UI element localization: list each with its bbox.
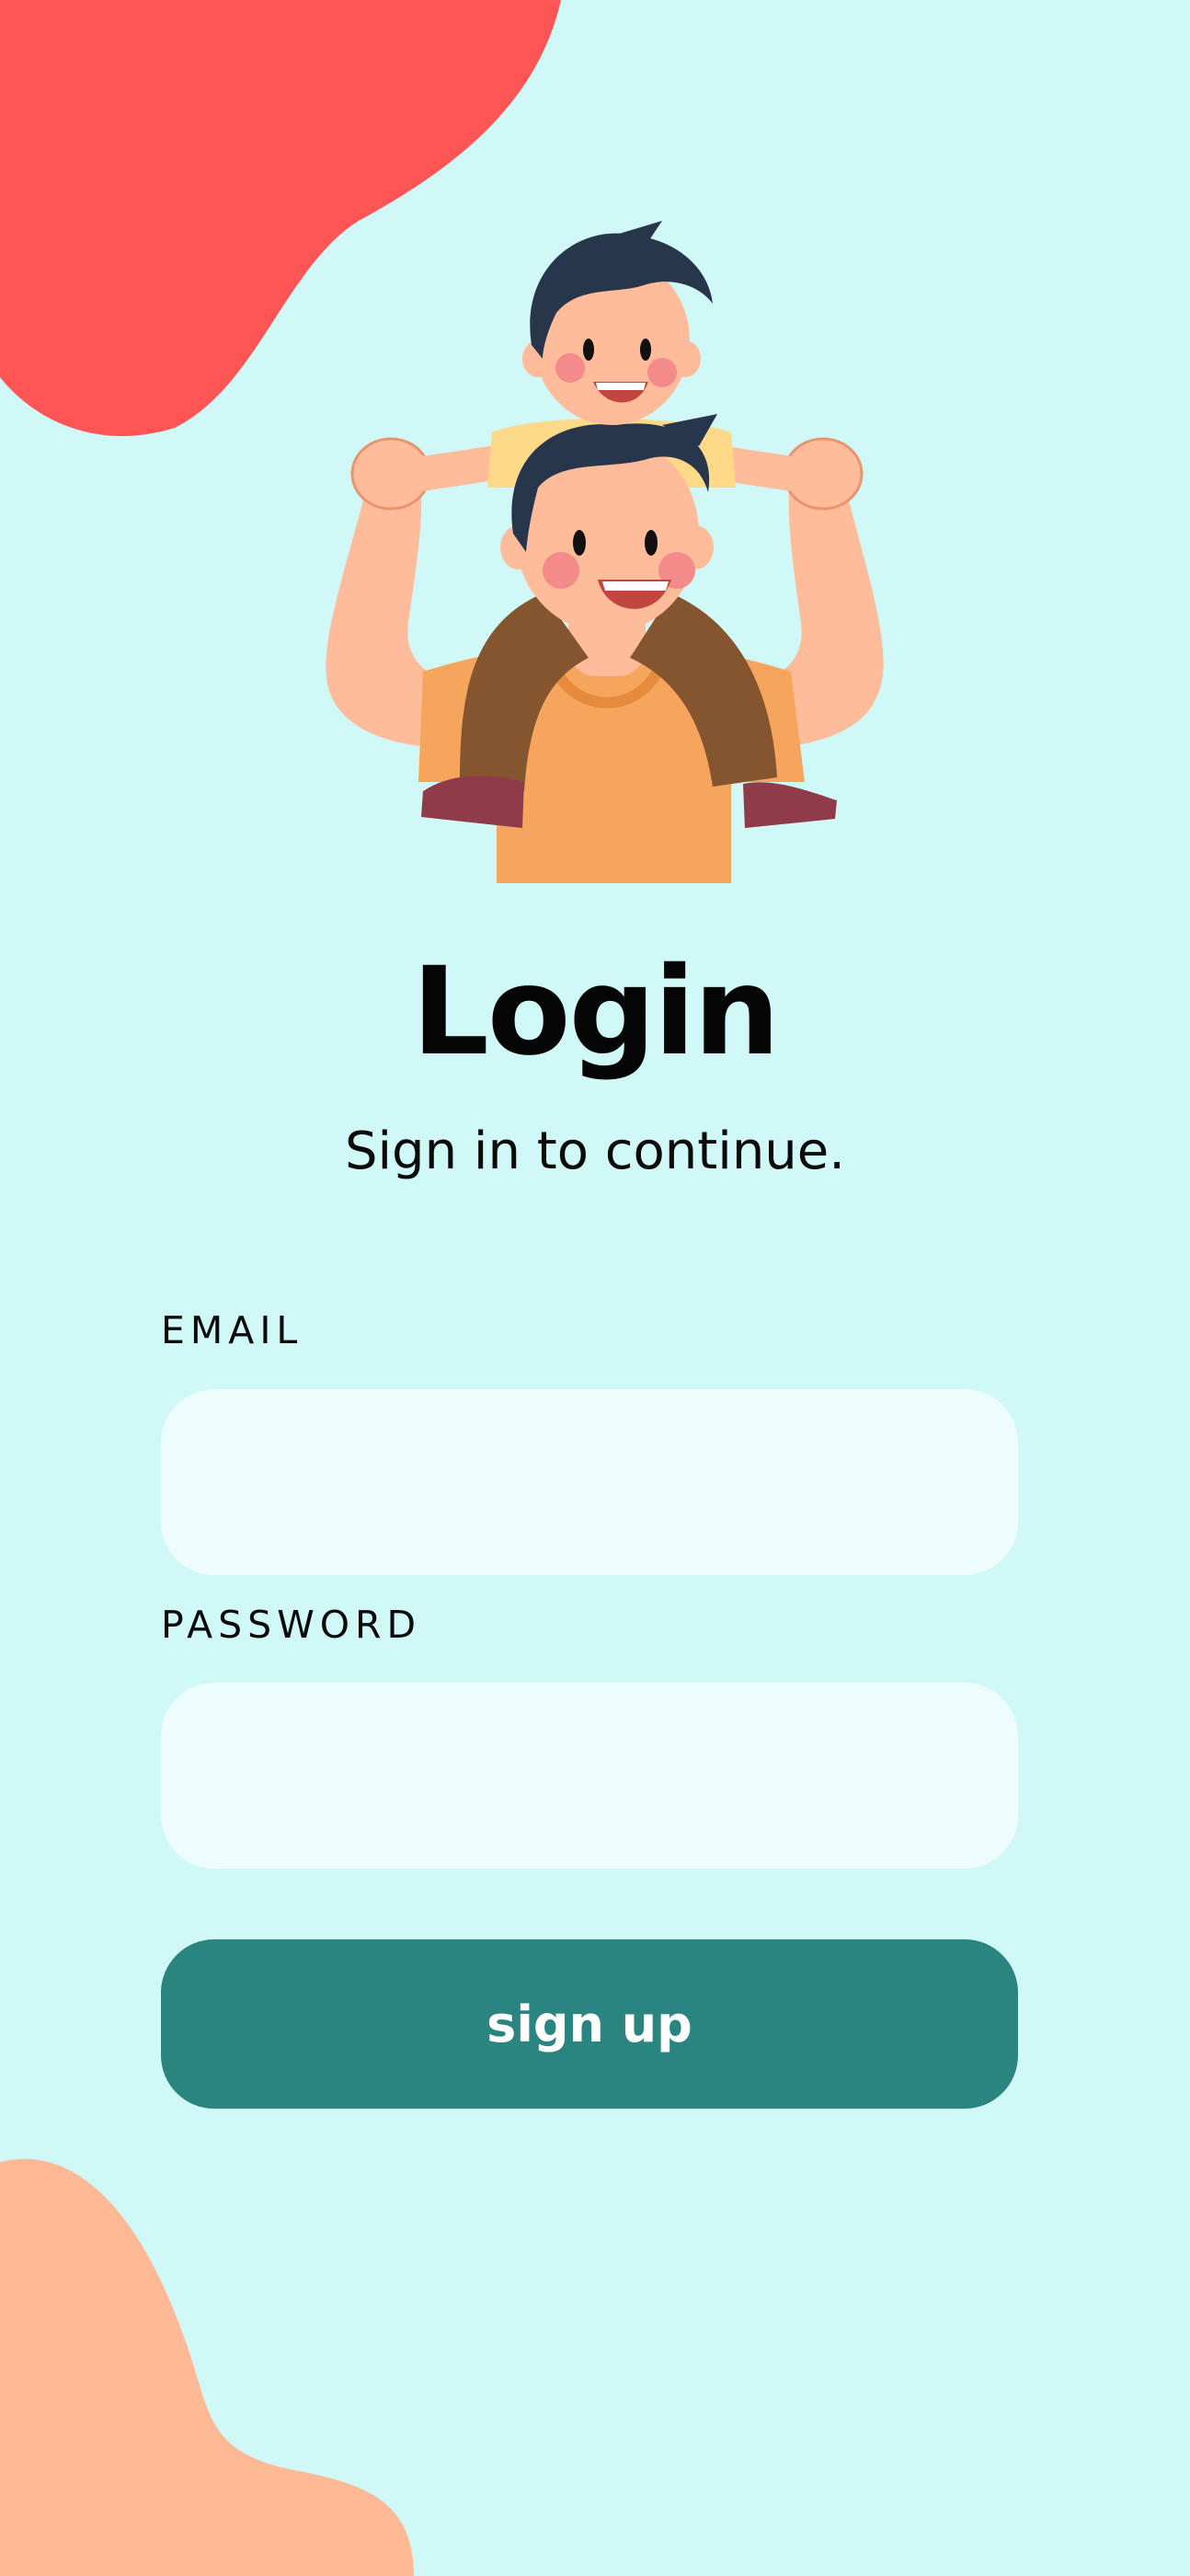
page-title: Login [411,941,781,1083]
password-label: PASSWORD [161,1603,422,1647]
password-field[interactable] [161,1683,1018,1869]
page-subtitle: Sign in to continue. [344,1121,846,1181]
email-label: EMAIL [161,1308,303,1352]
decorative-blob-bottom [0,2158,414,2576]
father-and-son-illustration [326,221,884,883]
email-field[interactable] [161,1389,1018,1575]
sign-up-button[interactable]: sign up [161,1939,1018,2109]
